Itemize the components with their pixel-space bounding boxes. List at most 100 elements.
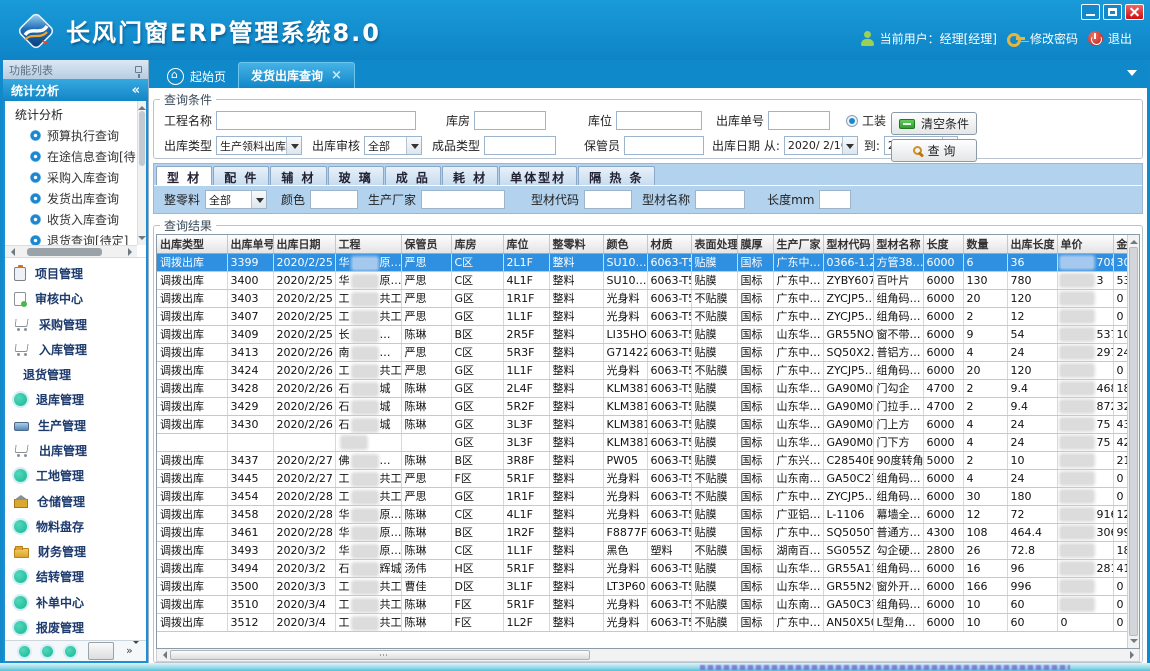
sidebar-item-财务管理[interactable]: 财务管理 bbox=[5, 539, 146, 564]
sidebar-item-物料盘存[interactable]: 物料盘存 bbox=[5, 514, 146, 539]
footer-dot-icon[interactable] bbox=[65, 646, 76, 657]
column-header[interactable]: 表面处理 bbox=[691, 235, 737, 253]
table-row[interactable]: 调拨出库34282020/2/26石城陈琳G区2L4F整料KLM38176063… bbox=[157, 379, 1135, 397]
footer-cart-button[interactable] bbox=[88, 642, 114, 660]
material-tab[interactable]: 隔 热 条 bbox=[578, 166, 654, 185]
table-row[interactable]: 调拨出库34302020/2/26石城陈琳G区3L3F整料KLM38176063… bbox=[157, 415, 1135, 433]
search-button[interactable]: 查 询 bbox=[891, 139, 977, 162]
column-header[interactable]: 整零料 bbox=[549, 235, 603, 253]
column-header[interactable]: 出库日期 bbox=[273, 235, 335, 253]
column-header[interactable]: 出库单号 bbox=[227, 235, 273, 253]
more-buttons-chevron[interactable]: » bbox=[126, 647, 139, 655]
tab-home[interactable]: 起始页 bbox=[155, 64, 238, 88]
collapse-icon[interactable] bbox=[132, 83, 140, 98]
sidebar-item-仓储管理[interactable]: 仓储管理 bbox=[5, 488, 146, 513]
tree-item[interactable]: 退货查询[待定] bbox=[10, 230, 137, 245]
material-tab[interactable]: 单体型材 bbox=[499, 166, 577, 185]
length-input[interactable] bbox=[819, 190, 851, 209]
table-row[interactable]: 调拨出库34372020/2/27佛…陈琳B区3R8F整料PW056063-T5… bbox=[157, 451, 1135, 469]
out-type-select[interactable]: 生产领料出库 bbox=[216, 136, 302, 155]
logout-button[interactable]: 退出 bbox=[1088, 30, 1132, 47]
dropdown-arrow-icon[interactable] bbox=[286, 137, 301, 154]
column-header[interactable]: 库位 bbox=[503, 235, 549, 253]
warehouse-input[interactable] bbox=[474, 111, 546, 130]
footer-dot-icon[interactable] bbox=[42, 646, 53, 657]
table-row[interactable]: 调拨出库34002020/2/25华原…严思C区4L1F整料SU10…6063-… bbox=[157, 271, 1135, 289]
table-row[interactable]: 调拨出库34582020/2/28华原…陈琳C区4L1F整料光身料6063-T5… bbox=[157, 505, 1135, 523]
pin-icon[interactable] bbox=[135, 66, 142, 73]
sidebar-item-审核中心[interactable]: 审核中心 bbox=[5, 286, 146, 311]
column-header[interactable]: 生产厂家 bbox=[773, 235, 823, 253]
column-header[interactable]: 长度 bbox=[923, 235, 963, 253]
sidebar-item-工地管理[interactable]: 工地管理 bbox=[5, 463, 146, 488]
table-row[interactable]: 调拨出库35002020/3/3工共工程曹佳D区3L1F整料LT3P606063… bbox=[157, 577, 1135, 595]
table-vertical-scrollbar[interactable] bbox=[1127, 235, 1139, 648]
footer-dot-icon[interactable] bbox=[19, 646, 30, 657]
dropdown-arrow-icon[interactable] bbox=[406, 137, 421, 154]
change-password-button[interactable]: 修改密码 bbox=[1007, 30, 1078, 47]
gongzhuang-radio[interactable] bbox=[846, 115, 858, 127]
material-tab[interactable]: 成 品 bbox=[385, 166, 441, 185]
material-tab[interactable]: 配 件 bbox=[213, 166, 269, 185]
tab-list-dropdown-icon[interactable] bbox=[1127, 70, 1137, 81]
table-row[interactable]: 调拨出库34292020/2/26石城陈琳G区5R2F整料KLM38176063… bbox=[157, 397, 1135, 415]
clear-conditions-button[interactable]: 清空条件 bbox=[891, 112, 977, 135]
column-header[interactable]: 出库类型 bbox=[157, 235, 227, 253]
scroll-up-icon[interactable] bbox=[1130, 236, 1138, 244]
stats-section-header[interactable]: 统计分析 bbox=[3, 79, 148, 101]
dropdown-arrow-icon[interactable] bbox=[251, 191, 266, 208]
material-tab[interactable]: 型 材 bbox=[156, 166, 212, 185]
sidebar-item-补单中心[interactable]: 补单中心 bbox=[5, 589, 146, 614]
sidebar-item-退货管理[interactable]: 退货管理 bbox=[5, 362, 146, 387]
column-header[interactable]: 出库长度 bbox=[1007, 235, 1057, 253]
table-row[interactable]: 调拨出库35122020/3/4工共工程陈琳F区1L2F整料光身料6063-T5… bbox=[157, 613, 1135, 631]
column-header[interactable]: 材质 bbox=[647, 235, 691, 253]
table-row[interactable]: 调拨出库34452020/2/27工共工程严思F区5R1F整料光身料6063-T… bbox=[157, 469, 1135, 487]
scroll-left-icon[interactable] bbox=[159, 651, 167, 659]
tree-item[interactable]: 在途信息查询[待 bbox=[10, 146, 137, 167]
table-row[interactable]: 调拨出库34932020/3/2华原…陈琳C区1L1F整料黑色塑料不贴膜国标湖南… bbox=[157, 541, 1135, 559]
color-input[interactable] bbox=[310, 190, 358, 209]
table-row[interactable]: G区3L3F整料KLM38176063-T5贴膜国标山东华…GA90M09.门下… bbox=[157, 433, 1135, 451]
material-tab[interactable]: 玻 璃 bbox=[328, 166, 384, 185]
material-tab[interactable]: 耗 材 bbox=[442, 166, 498, 185]
table-row[interactable]: 调拨出库33992020/2/25华原…严思C区2L1F整料SU10…6063-… bbox=[157, 253, 1135, 271]
tree-item[interactable]: 发货出库查询 bbox=[10, 188, 137, 209]
scroll-down-icon[interactable] bbox=[1130, 639, 1138, 647]
project-name-input[interactable] bbox=[216, 111, 416, 130]
minimize-button[interactable] bbox=[1081, 4, 1100, 20]
keeper-input[interactable] bbox=[624, 136, 704, 155]
scroll-right-icon[interactable] bbox=[128, 248, 136, 256]
sidebar-item-项目管理[interactable]: 项目管理 bbox=[5, 261, 146, 286]
profile-code-input[interactable] bbox=[584, 190, 632, 209]
tree-vertical-scrollbar[interactable] bbox=[137, 101, 146, 245]
column-header[interactable]: 型材名称 bbox=[873, 235, 923, 253]
material-tab[interactable]: 辅 材 bbox=[270, 166, 326, 185]
sidebar-item-退库管理[interactable]: 退库管理 bbox=[5, 387, 146, 412]
table-row[interactable]: 调拨出库34132020/2/26南…严思C区5R3F整料G714226063-… bbox=[157, 343, 1135, 361]
tree-horizontal-scrollbar[interactable] bbox=[5, 245, 137, 257]
profile-name-input[interactable] bbox=[695, 190, 745, 209]
close-button[interactable] bbox=[1125, 4, 1144, 20]
whole-part-select[interactable]: 全部 bbox=[205, 190, 267, 209]
sidebar-item-采购管理[interactable]: 采购管理 bbox=[5, 312, 146, 337]
table-row[interactable]: 调拨出库34072020/2/25工共工程严思G区1L1F整料光身料6063-T… bbox=[157, 307, 1135, 325]
location-input[interactable] bbox=[616, 111, 702, 130]
table-row[interactable]: 调拨出库34942020/3/2石辉城汤伟H区5R1F整料光身料6063-T5贴… bbox=[157, 559, 1135, 577]
date-from-picker[interactable]: 2020/ 2/16 bbox=[784, 136, 858, 155]
column-header[interactable]: 数量 bbox=[963, 235, 1007, 253]
sidebar-item-出库管理[interactable]: 出库管理 bbox=[5, 438, 146, 463]
tab-shipment-outbound-query[interactable]: 发货出库查询 × bbox=[238, 62, 355, 88]
order-no-input[interactable] bbox=[768, 111, 830, 130]
table-row[interactable]: 调拨出库35102020/3/4工共工程陈琳F区5R1F整料光身料6063-T5… bbox=[157, 595, 1135, 613]
dropdown-arrow-icon[interactable] bbox=[842, 137, 857, 154]
tree-root[interactable]: 统计分析 bbox=[10, 104, 137, 125]
tree-item[interactable]: 预算执行查询 bbox=[10, 125, 137, 146]
product-type-input[interactable] bbox=[484, 136, 556, 155]
column-header[interactable]: 保管员 bbox=[401, 235, 451, 253]
table-row[interactable]: 调拨出库34612020/2/28华原…陈琳B区1R2F整料F8877FT606… bbox=[157, 523, 1135, 541]
sidebar-item-生产管理[interactable]: 生产管理 bbox=[5, 413, 146, 438]
column-header[interactable]: 单价 bbox=[1057, 235, 1113, 253]
scroll-down-icon[interactable] bbox=[138, 236, 146, 244]
scroll-right-icon[interactable] bbox=[1130, 651, 1138, 659]
